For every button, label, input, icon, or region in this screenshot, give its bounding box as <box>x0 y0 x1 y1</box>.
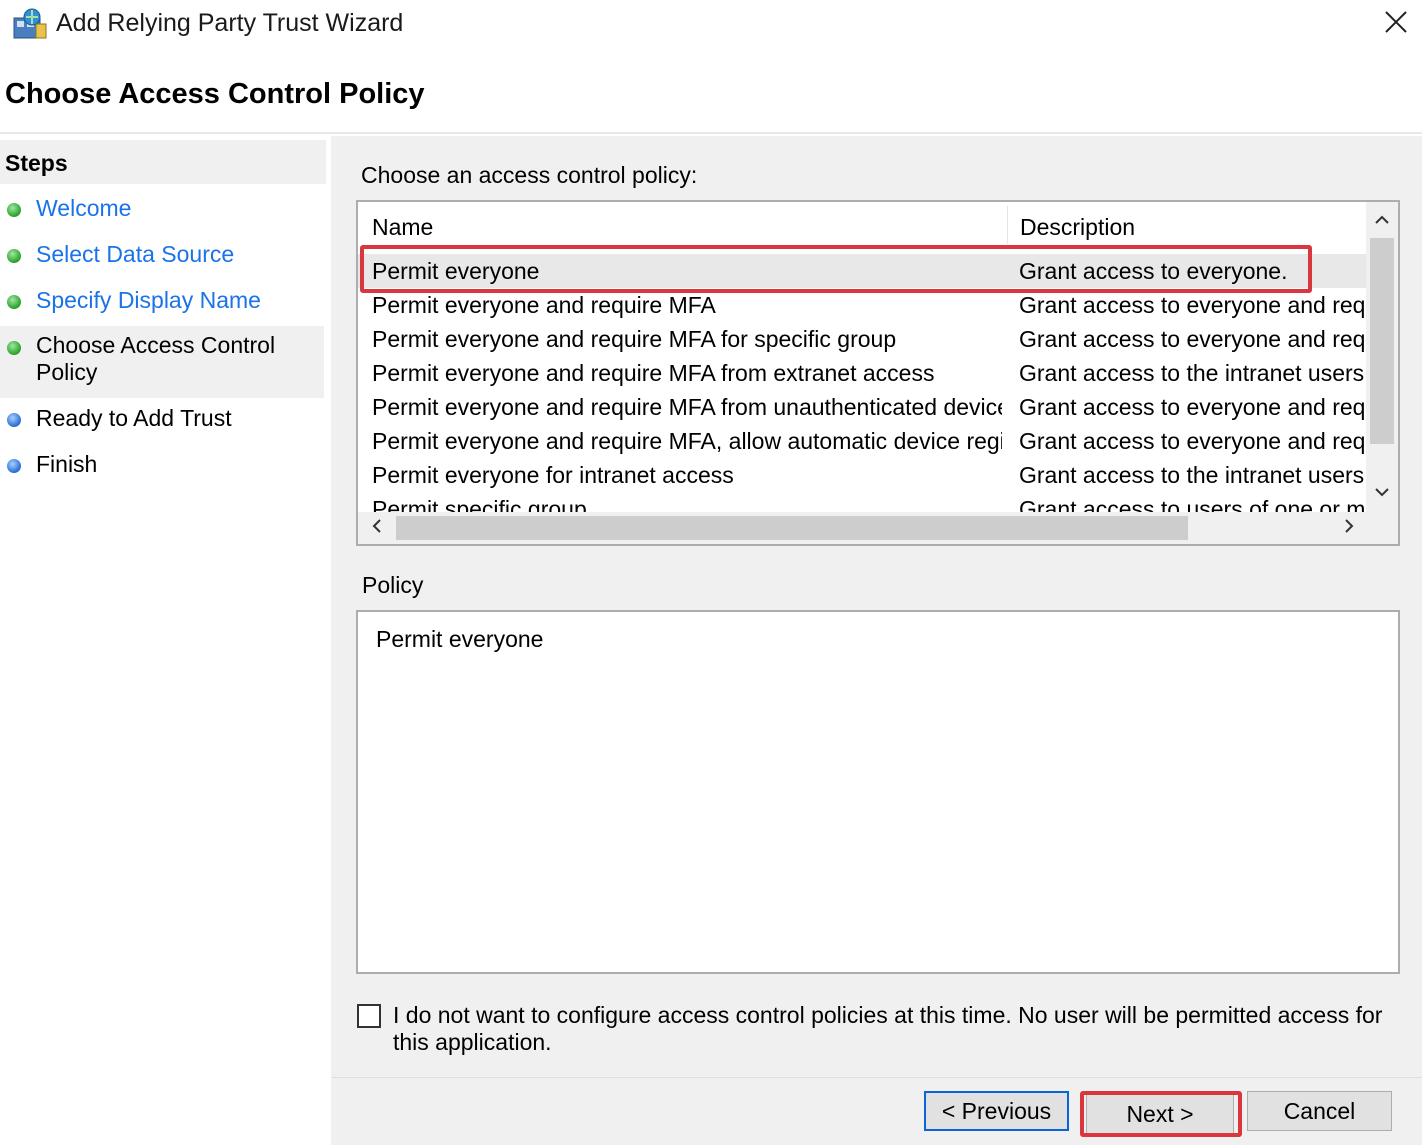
column-header-name[interactable]: Name <box>372 214 433 241</box>
step-complete-icon <box>7 295 21 309</box>
wizard-header: Choose Access Control Policy <box>0 50 1422 134</box>
column-header-description[interactable]: Description <box>1020 214 1135 241</box>
list-header: Name Description <box>358 202 1366 246</box>
policy-name: Permit specific group <box>372 496 587 512</box>
policy-description: Grant access to everyone and requir <box>1019 326 1364 352</box>
skip-policy-checkbox[interactable] <box>357 1004 381 1028</box>
step-label: Welcome <box>36 195 132 221</box>
policy-name: Permit everyone and require MFA from una… <box>372 394 1002 420</box>
policy-name: Permit everyone and require MFA for spec… <box>372 326 897 352</box>
close-button[interactable] <box>1370 0 1422 48</box>
step-label: Finish <box>36 451 98 477</box>
policy-description: Grant access to everyone and requir <box>1019 292 1364 318</box>
chevron-up-icon <box>1374 212 1390 230</box>
policy-description: Grant access to everyone and requir <box>1019 394 1364 420</box>
step-label: Select Data Source <box>36 241 235 267</box>
title-bar: Add Relying Party Trust Wizard <box>0 0 1422 50</box>
skip-policy-checkbox-label[interactable]: I do not want to configure access contro… <box>393 1002 1383 1056</box>
policy-label: Policy <box>362 572 424 598</box>
policy-description: Grant access to the intranet users ar <box>1019 360 1364 386</box>
chevron-right-icon <box>1344 518 1354 539</box>
steps-header: Steps <box>0 140 326 184</box>
annotation-highlight-selected-row <box>360 245 1312 293</box>
vertical-scrollbar[interactable] <box>1366 202 1398 512</box>
chevron-left-icon <box>372 518 382 539</box>
scroll-up-button[interactable] <box>1366 206 1398 236</box>
step-label: Specify Display Name <box>36 287 261 313</box>
step-select-data-source[interactable]: Select Data Source <box>0 238 324 274</box>
relying-party-wizard-icon <box>12 8 48 40</box>
step-choose-access-control-policy: Choose Access Control Policy <box>0 326 324 398</box>
policy-preview: Permit everyone <box>356 610 1400 974</box>
list-row[interactable]: Permit everyone and require MFA from una… <box>358 390 1366 424</box>
step-label: Choose Access Control Policy <box>36 332 276 385</box>
list-row[interactable]: Permit everyone and require MFA for spec… <box>358 322 1366 356</box>
policy-name: Permit everyone for intranet access <box>372 462 734 488</box>
policy-name: Permit everyone and require MFA, allow a… <box>372 428 1002 454</box>
list-row[interactable]: Permit everyone for intranet access Gran… <box>358 458 1366 492</box>
step-pending-icon <box>7 459 21 473</box>
steps-heading: Steps <box>5 150 68 176</box>
annotation-highlight-next-button <box>1080 1091 1242 1137</box>
step-welcome[interactable]: Welcome <box>0 192 324 228</box>
policy-name: Permit everyone and require MFA from ext… <box>372 360 935 386</box>
step-complete-icon <box>7 249 21 263</box>
scroll-down-button[interactable] <box>1366 478 1398 508</box>
policy-text: Permit everyone <box>376 626 544 652</box>
window-title: Add Relying Party Trust Wizard <box>56 9 404 37</box>
policy-description: Grant access to the intranet users. <box>1019 462 1364 488</box>
policy-list-label: Choose an access control policy: <box>361 162 698 188</box>
step-ready-to-add-trust: Ready to Add Trust <box>0 402 324 438</box>
list-row[interactable]: Permit everyone and require MFA Grant ac… <box>358 288 1366 322</box>
step-pending-icon <box>7 413 21 427</box>
step-current-icon <box>7 341 21 355</box>
chevron-down-icon <box>1374 484 1390 502</box>
cancel-button[interactable]: Cancel <box>1247 1091 1392 1131</box>
step-label: Ready to Add Trust <box>36 405 232 431</box>
page-title: Choose Access Control Policy <box>5 78 425 110</box>
scroll-right-button[interactable] <box>1334 512 1364 544</box>
column-divider[interactable] <box>1007 206 1008 244</box>
horizontal-scroll-thumb[interactable] <box>396 516 1188 540</box>
steps-pane: Steps Welcome Select Data Source Specify… <box>0 136 326 1144</box>
previous-button[interactable]: < Previous <box>924 1091 1069 1131</box>
list-row[interactable]: Permit everyone and require MFA, allow a… <box>358 424 1366 458</box>
scrollbar-corner <box>1366 512 1398 544</box>
step-finish: Finish <box>0 448 324 484</box>
vertical-scroll-thumb[interactable] <box>1370 238 1394 444</box>
scroll-left-button[interactable] <box>362 512 392 544</box>
step-specify-display-name[interactable]: Specify Display Name <box>0 284 324 320</box>
step-complete-icon <box>7 203 21 217</box>
horizontal-scrollbar[interactable] <box>358 512 1366 544</box>
policy-description: Grant access to users of one or more <box>1019 496 1364 512</box>
policy-description: Grant access to everyone and requir <box>1019 428 1364 454</box>
close-icon <box>1384 10 1408 39</box>
list-row[interactable]: Permit everyone and require MFA from ext… <box>358 356 1366 390</box>
policy-name: Permit everyone and require MFA <box>372 292 716 318</box>
list-row[interactable]: Permit specific group Grant access to us… <box>358 492 1366 512</box>
